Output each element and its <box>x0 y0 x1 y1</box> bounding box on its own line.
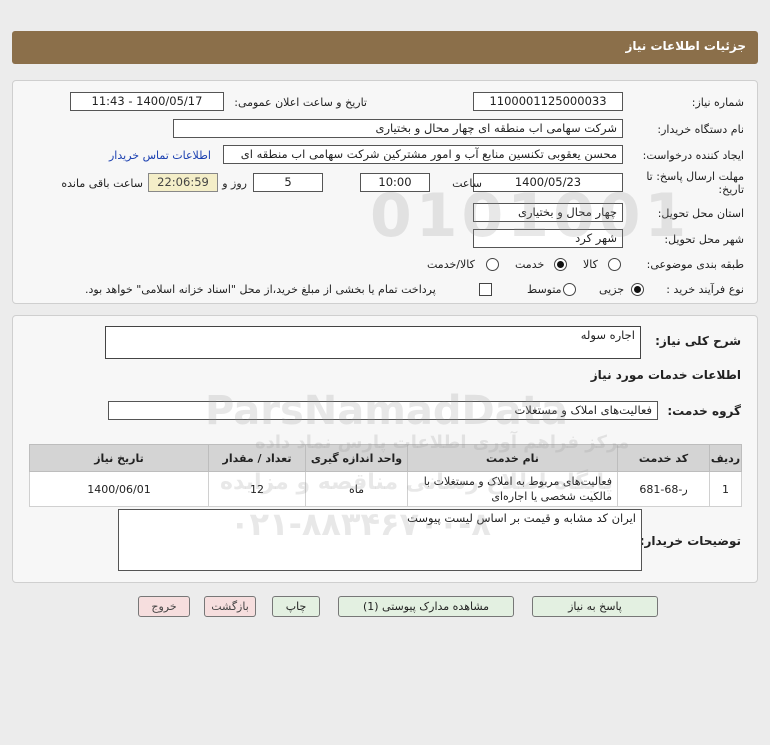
province-field: چهار محال و بختیاری <box>473 203 623 222</box>
treasury-payment-checkbox[interactable] <box>479 283 492 296</box>
deadline-date-label: تاریخ: <box>718 183 744 196</box>
deadline-time-field: 10:00 <box>360 173 430 192</box>
exit-button[interactable]: خروج <box>138 596 190 617</box>
summary-label: شرح کلی نیاز: <box>655 334 741 348</box>
need-number-label: شماره نیاز: <box>691 96 744 109</box>
col-header-quantity: تعداد / مقدار <box>208 444 306 472</box>
creator-label: ایجاد کننده درخواست: <box>642 149 744 162</box>
category-radio-goods-service[interactable] <box>486 258 499 271</box>
col-header-row-no: ردیف <box>709 444 742 472</box>
treasury-payment-note: پرداخت تمام یا بخشی از مبلغ خرید،از محل … <box>85 283 436 296</box>
category-option-goods: کالا <box>583 258 598 271</box>
table-row: 1 ر-68-681 فعالیت‌های مربوط به املاک و م… <box>29 471 742 507</box>
page-title: جزئیات اطلاعات نیاز <box>625 39 746 53</box>
deadline-label: مهلت ارسال پاسخ: تا <box>646 170 744 183</box>
page-header: جزئیات اطلاعات نیاز <box>12 31 758 64</box>
process-option-minor: جزیی <box>599 283 625 296</box>
col-header-service-code: کد خدمت <box>617 444 710 472</box>
buyer-notes-field: ایران کد مشابه و قیمت بر اساس لیست پیوست <box>118 509 642 571</box>
category-radio-service[interactable] <box>554 258 567 271</box>
services-table: ردیف کد خدمت نام خدمت واحد اندازه گیری ت… <box>29 444 742 507</box>
table-header-row: ردیف کد خدمت نام خدمت واحد اندازه گیری ت… <box>29 444 742 472</box>
back-button[interactable]: بازگشت <box>204 596 256 617</box>
remaining-time-field: 22:06:59 <box>148 173 218 192</box>
process-radio-medium[interactable] <box>563 283 576 296</box>
need-details-panel: شرح کلی نیاز: اجاره سوله اطلاعات خدمات م… <box>12 315 758 583</box>
process-label: نوع فرآیند خرید : <box>666 283 744 296</box>
buyer-org-label: نام دستگاه خریدار: <box>657 123 744 136</box>
buyer-contact-link[interactable]: اطلاعات تماس خریدار <box>109 149 211 162</box>
cell-need-date: 1400/06/01 <box>29 471 209 507</box>
creator-field: محسن یعقوبی تکنسین منابع آب و امور مشترک… <box>223 145 623 164</box>
col-header-need-date: تاریخ نیاز <box>29 444 209 472</box>
cell-row-no: 1 <box>709 471 742 507</box>
remaining-label: ساعت باقی مانده <box>61 177 143 190</box>
need-number-field: 1100001125000033 <box>473 92 623 111</box>
service-group-field: فعالیت‌های املاک و مستغلات <box>108 401 658 420</box>
city-label: شهر محل تحویل: <box>664 233 744 246</box>
service-group-label: گروه خدمت: <box>667 404 741 418</box>
summary-field: اجاره سوله <box>105 326 641 359</box>
category-option-service: خدمت <box>515 258 545 271</box>
province-label: استان محل تحویل: <box>657 207 744 220</box>
days-label: روز و <box>222 177 247 190</box>
cell-service-code: ر-68-681 <box>617 471 710 507</box>
reply-button[interactable]: پاسخ به نیاز <box>532 596 658 617</box>
process-radio-minor[interactable] <box>631 283 644 296</box>
announce-field: 1400/05/17 - 11:43 <box>70 92 224 111</box>
deadline-time-label: ساعت <box>452 177 482 190</box>
need-info-panel: شماره نیاز: 1100001125000033 تاریخ و ساع… <box>12 80 758 304</box>
services-heading: اطلاعات خدمات مورد نیاز <box>590 368 741 382</box>
col-header-service-name: نام خدمت <box>407 444 618 472</box>
cell-unit: ماه <box>305 471 408 507</box>
col-header-unit: واحد اندازه گیری <box>305 444 408 472</box>
buyer-org-field: شرکت سهامی اب منطقه ای چهار محال و بختیا… <box>173 119 623 138</box>
cell-quantity: 12 <box>208 471 306 507</box>
deadline-date-field: 1400/05/23 <box>473 173 623 192</box>
announce-label: تاریخ و ساعت اعلان عمومی: <box>234 96 367 109</box>
city-field: شهر کرد <box>473 229 623 248</box>
buyer-notes-label: توضیحات خریدار: <box>639 534 741 548</box>
days-remaining-field: 5 <box>253 173 323 192</box>
print-button[interactable]: چاپ <box>272 596 320 617</box>
view-documents-button[interactable]: مشاهده مدارک پیوستی (1) <box>338 596 514 617</box>
category-label: طبقه بندی موضوعی: <box>646 258 744 271</box>
category-option-goods-service: کالا/خدمت <box>427 258 475 271</box>
category-radio-goods[interactable] <box>608 258 621 271</box>
process-option-medium: متوسط <box>527 283 562 296</box>
cell-service-name: فعالیت‌های مربوط به املاک و مستغلات با م… <box>407 471 618 507</box>
